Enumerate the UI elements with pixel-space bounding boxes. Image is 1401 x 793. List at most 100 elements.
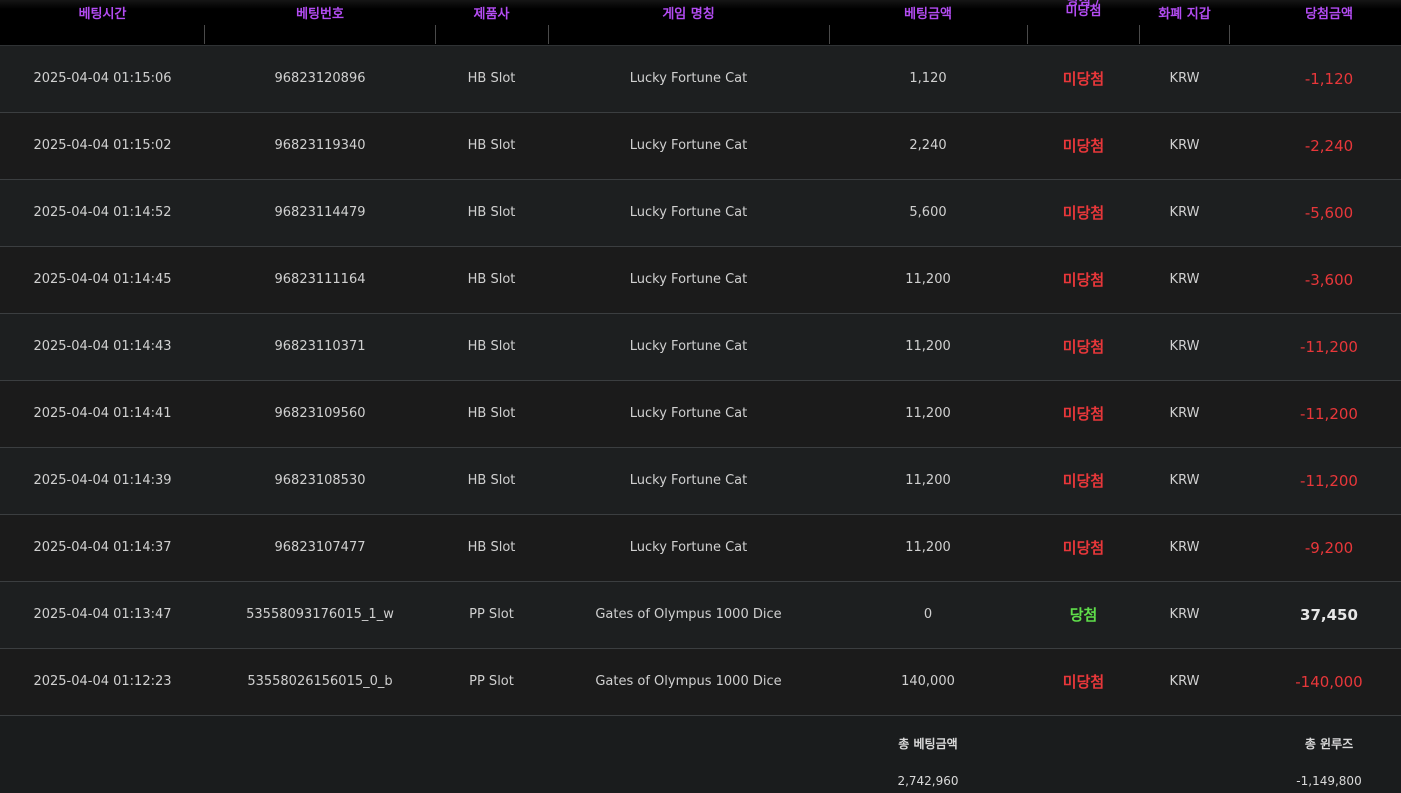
cell-bet-no: 53558093176015_1_w <box>246 607 394 622</box>
cell-time: 2025-04-04 01:14:45 <box>33 272 172 287</box>
cell-bet-amount: 1,120 <box>909 71 947 86</box>
table-row[interactable]: 2025-04-04 01:14:41 96823109560 HB Slot Luc… <box>0 381 1401 448</box>
cell-time: 2025-04-04 01:14:52 <box>33 205 172 220</box>
cell-win-amount: -140,000 <box>1295 673 1363 691</box>
cell-bet-amount: 11,200 <box>905 339 951 354</box>
cell-bet-amount: 140,000 <box>901 674 955 689</box>
cell-bet-amount: 11,200 <box>905 473 951 488</box>
cell-wallet: KRW <box>1169 540 1200 555</box>
cell-provider: HB Slot <box>467 339 516 354</box>
cell-result: 미당첨 <box>1062 204 1105 222</box>
cell-game: Lucky Fortune Cat <box>629 473 748 488</box>
column-header-label-line: 미당첨 <box>1065 4 1102 19</box>
total-bet-value: 2,742,960 <box>897 774 959 788</box>
cell-game: Lucky Fortune Cat <box>629 540 748 555</box>
table-footer-totals: 총 베팅금액 2,742,960 총 윈루즈 -1,149,800 <box>0 716 1401 793</box>
cell-provider: HB Slot <box>467 406 516 421</box>
cell-win-amount: 37,450 <box>1300 606 1358 624</box>
cell-game: Gates of Olympus 1000 Dice <box>595 674 782 689</box>
column-header-win-amount[interactable]: 당첨금액 <box>1229 0 1401 45</box>
column-header-label: 베팅시간 <box>78 7 127 22</box>
cell-provider: PP Slot <box>469 674 514 689</box>
table-row[interactable]: 2025-04-04 01:15:02 96823119340 HB Slot Luc… <box>0 113 1401 180</box>
cell-win-amount: -3,600 <box>1304 271 1354 289</box>
table-row[interactable]: 2025-04-04 01:14:43 96823110371 HB Slot Luc… <box>0 314 1401 381</box>
column-divider <box>548 25 549 44</box>
column-divider <box>829 25 830 44</box>
table-row[interactable]: 2025-04-04 01:14:37 96823107477 HB Slot Luc… <box>0 515 1401 582</box>
cell-bet-no: 96823110371 <box>274 339 366 354</box>
column-header-bet-no[interactable]: 베팅번호 <box>205 0 435 45</box>
column-header-bet-amount[interactable]: 베팅금액 <box>829 0 1027 45</box>
cell-provider: HB Slot <box>467 473 516 488</box>
cell-wallet: KRW <box>1169 339 1200 354</box>
cell-provider: HB Slot <box>467 71 516 86</box>
table-row[interactable]: 2025-04-04 01:13:47 53558093176015_1_w PP … <box>0 582 1401 649</box>
cell-result: 미당첨 <box>1062 673 1105 691</box>
cell-result: 미당첨 <box>1062 137 1105 155</box>
cell-wallet: KRW <box>1169 138 1200 153</box>
cell-time: 2025-04-04 01:14:37 <box>33 540 172 555</box>
column-header-label: 제품사 <box>473 7 510 22</box>
column-divider <box>1229 25 1230 44</box>
column-header-provider[interactable]: 제품사 <box>435 0 548 45</box>
cell-result: 미당첨 <box>1062 271 1105 289</box>
cell-wallet: KRW <box>1169 71 1200 86</box>
cell-bet-amount: 0 <box>923 607 933 622</box>
table-row[interactable]: 2025-04-04 01:14:39 96823108530 HB Slot Luc… <box>0 448 1401 515</box>
cell-time: 2025-04-04 01:15:06 <box>33 71 172 86</box>
cell-win-amount: -1,120 <box>1304 70 1354 88</box>
cell-provider: HB Slot <box>467 272 516 287</box>
cell-bet-no: 96823119340 <box>274 138 366 153</box>
cell-game: Lucky Fortune Cat <box>629 272 748 287</box>
bet-history-table: 베팅시간 베팅번호 제품사 게임 명칭 베팅금액 당첨 / 미당첨 화폐 지갑 당첨금액 202… <box>0 0 1401 793</box>
cell-game: Lucky Fortune Cat <box>629 71 748 86</box>
column-header-wallet[interactable]: 화폐 지갑 <box>1140 0 1229 45</box>
cell-game: Lucky Fortune Cat <box>629 138 748 153</box>
cell-bet-no: 96823114479 <box>274 205 366 220</box>
cell-bet-no: 96823109560 <box>274 406 366 421</box>
cell-wallet: KRW <box>1169 406 1200 421</box>
cell-win-amount: -2,240 <box>1304 137 1354 155</box>
cell-game: Lucky Fortune Cat <box>629 205 748 220</box>
cell-result: 미당첨 <box>1062 405 1105 423</box>
cell-bet-amount: 2,240 <box>909 138 947 153</box>
cell-result: 미당첨 <box>1062 70 1105 88</box>
column-header-game[interactable]: 게임 명칭 <box>548 0 829 45</box>
cell-game: Lucky Fortune Cat <box>629 406 748 421</box>
column-header-time[interactable]: 베팅시간 <box>0 0 205 45</box>
cell-time: 2025-04-04 01:14:43 <box>33 339 172 354</box>
column-divider <box>1139 25 1140 44</box>
cell-bet-amount: 11,200 <box>905 272 951 287</box>
cell-win-amount: -11,200 <box>1300 405 1358 423</box>
column-header-label: 게임 명칭 <box>662 7 715 22</box>
column-header-label: 당첨금액 <box>1305 7 1353 22</box>
cell-bet-amount: 5,600 <box>909 205 947 220</box>
cell-time: 2025-04-04 01:14:41 <box>33 406 172 421</box>
column-header-result[interactable]: 당첨 / 미당첨 <box>1027 0 1140 45</box>
column-header-label: 화폐 지갑 <box>1158 7 1211 22</box>
cell-result: 미당첨 <box>1062 338 1105 356</box>
cell-bet-no: 96823108530 <box>274 473 366 488</box>
table-row[interactable]: 2025-04-04 01:15:06 96823120896 HB Slot Luc… <box>0 46 1401 113</box>
cell-wallet: KRW <box>1169 674 1200 689</box>
cell-time: 2025-04-04 01:14:39 <box>33 473 172 488</box>
cell-game: Gates of Olympus 1000 Dice <box>595 607 782 622</box>
table-row[interactable]: 2025-04-04 01:14:45 96823111164 HB Slot Luc… <box>0 247 1401 314</box>
table-row[interactable]: 2025-04-04 01:14:52 96823114479 HB Slot Luc… <box>0 180 1401 247</box>
cell-win-amount: -5,600 <box>1304 204 1354 222</box>
cell-bet-amount: 11,200 <box>905 406 951 421</box>
cell-wallet: KRW <box>1169 473 1200 488</box>
total-winloss-label: 총 윈루즈 <box>1304 737 1354 751</box>
cell-bet-no: 96823111164 <box>274 272 366 287</box>
cell-bet-no: 96823107477 <box>274 540 366 555</box>
column-header-label: 베팅금액 <box>904 7 952 22</box>
column-divider <box>1027 25 1028 44</box>
cell-result: 미당첨 <box>1062 539 1105 557</box>
table-row[interactable]: 2025-04-04 01:12:23 53558026156015_0_b PP … <box>0 649 1401 716</box>
table-header: 베팅시간 베팅번호 제품사 게임 명칭 베팅금액 당첨 / 미당첨 화폐 지갑 당첨금액 <box>0 0 1401 46</box>
cell-wallet: KRW <box>1169 205 1200 220</box>
cell-time: 2025-04-04 01:15:02 <box>33 138 172 153</box>
cell-provider: HB Slot <box>467 138 516 153</box>
cell-result: 미당첨 <box>1062 472 1105 490</box>
